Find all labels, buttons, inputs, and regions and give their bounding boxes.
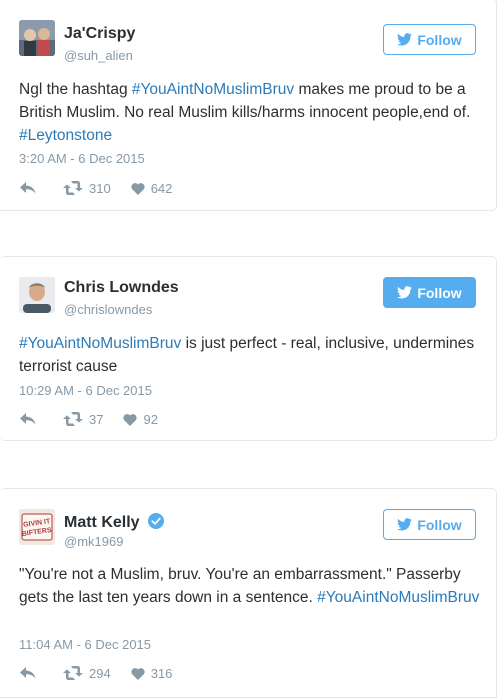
tweet-card: GIVIN IT BIFTERS Matt Kelly @mk1969 Foll… bbox=[0, 488, 497, 698]
retweet-action[interactable]: 294 bbox=[63, 666, 111, 681]
timestamp[interactable]: 3:20 AM - 6 Dec 2015 bbox=[19, 151, 145, 166]
reply-icon[interactable] bbox=[19, 412, 37, 426]
timestamp[interactable]: 10:29 AM - 6 Dec 2015 bbox=[19, 383, 152, 398]
user-handle[interactable]: @chrislowndes bbox=[64, 302, 152, 317]
display-name[interactable]: Matt Kelly bbox=[64, 513, 165, 532]
follow-button[interactable]: Follow bbox=[383, 277, 476, 308]
follow-button[interactable]: Follow bbox=[383, 24, 476, 55]
retweet-count: 310 bbox=[89, 180, 111, 196]
reply-icon[interactable] bbox=[19, 666, 37, 680]
like-count: 316 bbox=[150, 665, 173, 681]
tweet-card: Chris Lowndes @chrislowndes Follow #YouA… bbox=[0, 256, 497, 441]
like-action[interactable]: 316 bbox=[131, 665, 173, 681]
hashtag-link[interactable]: #YouAintNoMuslimBruv bbox=[317, 589, 479, 606]
twitter-bird-icon bbox=[397, 518, 413, 531]
follow-label: Follow bbox=[417, 284, 462, 301]
tweet-actions: 37 92 bbox=[19, 410, 158, 428]
retweet-action[interactable]: 37 bbox=[63, 412, 103, 427]
like-action[interactable]: 92 bbox=[123, 411, 158, 427]
like-count: 92 bbox=[143, 411, 158, 427]
avatar[interactable]: GIVIN IT BIFTERS bbox=[19, 509, 55, 545]
like-action[interactable]: 642 bbox=[131, 180, 173, 196]
retweet-icon bbox=[63, 412, 83, 426]
heart-icon bbox=[131, 182, 145, 195]
heart-icon bbox=[123, 413, 138, 426]
display-name[interactable]: Ja'Crispy bbox=[64, 25, 135, 43]
avatar[interactable] bbox=[19, 20, 55, 56]
tweet-actions: 294 316 bbox=[19, 664, 172, 682]
tweet-card: Ja'Crispy @suh_alien Follow Ngl the hash… bbox=[0, 0, 497, 211]
retweet-action[interactable]: 310 bbox=[63, 181, 111, 196]
twitter-bird-icon bbox=[397, 286, 413, 299]
tweet-text-segment: Ngl the hashtag bbox=[19, 81, 132, 98]
twitter-bird-icon bbox=[397, 33, 413, 46]
like-count: 642 bbox=[150, 180, 173, 196]
retweet-icon bbox=[63, 666, 83, 680]
heart-icon bbox=[131, 667, 145, 680]
retweet-count: 37 bbox=[89, 411, 104, 427]
hashtag-link[interactable]: #Leytonstone bbox=[19, 127, 112, 144]
hashtag-link[interactable]: #YouAintNoMuslimBruv bbox=[19, 335, 181, 352]
reply-icon[interactable] bbox=[19, 181, 37, 195]
user-handle[interactable]: @mk1969 bbox=[64, 534, 123, 549]
avatar[interactable] bbox=[19, 277, 55, 313]
display-name-text: Matt Kelly bbox=[64, 514, 140, 531]
tweet-text: #YouAintNoMuslimBruv is just perfect - r… bbox=[19, 332, 481, 378]
display-name[interactable]: Chris Lowndes bbox=[64, 279, 179, 297]
tweet-actions: 310 642 bbox=[19, 179, 172, 197]
retweet-icon bbox=[63, 181, 83, 195]
verified-badge-icon bbox=[148, 513, 165, 529]
follow-label: Follow bbox=[417, 31, 462, 48]
follow-button[interactable]: Follow bbox=[383, 509, 476, 540]
user-handle[interactable]: @suh_alien bbox=[64, 48, 133, 63]
tweet-text: "You're not a Muslim, bruv. You're an em… bbox=[19, 563, 481, 609]
timestamp[interactable]: 11:04 AM - 6 Dec 2015 bbox=[19, 637, 151, 652]
follow-label: Follow bbox=[417, 516, 462, 533]
retweet-count: 294 bbox=[89, 665, 111, 681]
tweet-text: Ngl the hashtag #YouAintNoMuslimBruv mak… bbox=[19, 78, 481, 147]
hashtag-link[interactable]: #YouAintNoMuslimBruv bbox=[132, 81, 294, 98]
